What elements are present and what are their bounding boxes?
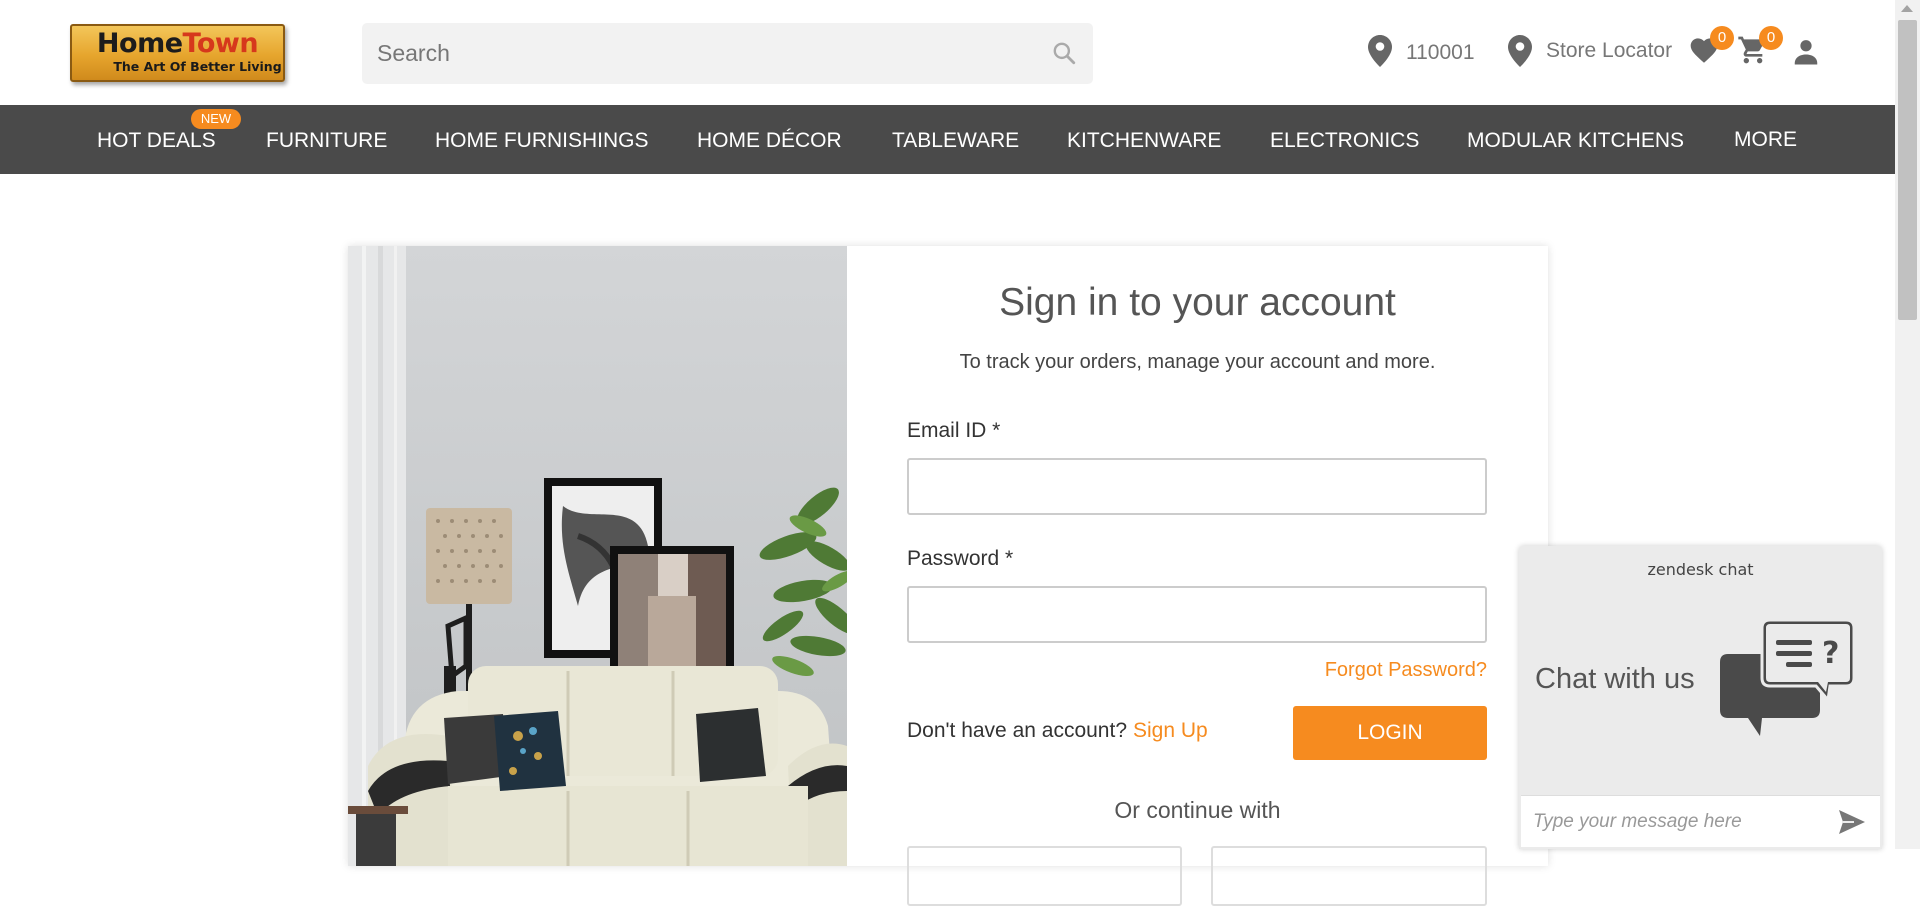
or-continue-with-text: Or continue with <box>1114 797 1281 823</box>
location-pin-icon <box>1508 35 1532 67</box>
scroll-up-arrow-icon[interactable] <box>1901 5 1913 12</box>
logo-wordmark: HomeTown <box>72 30 283 58</box>
chat-input-bar <box>1521 795 1880 848</box>
main-navigation: HOT DEALS FURNITURE HOME FURNISHINGS HOM… <box>0 105 1895 174</box>
account-button[interactable] <box>1791 37 1821 72</box>
new-badge: NEW <box>191 109 241 129</box>
forgot-password-link[interactable]: Forgot Password? <box>1325 659 1487 682</box>
logo-town-text: Town <box>182 28 259 59</box>
login-button[interactable]: LOGIN <box>1293 706 1487 760</box>
living-room-image <box>348 246 847 866</box>
user-icon <box>1794 40 1818 65</box>
nav-item-furniture[interactable]: FURNITURE <box>266 105 387 174</box>
search-input[interactable] <box>362 23 1093 84</box>
nav-item-kitchenware[interactable]: KITCHENWARE <box>1067 105 1221 174</box>
nav-item-tableware[interactable]: TABLEWARE <box>892 105 1019 174</box>
location-pin-icon <box>1368 35 1392 67</box>
chat-header: zendesk chat <box>1647 560 1754 579</box>
site-header: HomeTown The Art Of Better Living 110001… <box>0 0 1895 105</box>
chat-bubbles-icon: ? <box>1720 618 1856 736</box>
zendesk-chat-widget[interactable]: zendesk chat Chat with us ? <box>1519 546 1882 849</box>
search-icon[interactable] <box>1051 40 1077 66</box>
scrollbar-thumb[interactable] <box>1898 20 1917 320</box>
social-login-button-1[interactable] <box>907 846 1182 906</box>
signin-title: Sign in to your account <box>999 281 1396 324</box>
signin-subtitle: To track your orders, manage your accoun… <box>959 351 1436 373</box>
page-scrollbar[interactable] <box>1895 0 1920 849</box>
store-locator-link[interactable]: Store Locator <box>1508 32 1672 70</box>
nav-item-home-furnishings[interactable]: HOME FURNISHINGS <box>435 105 649 174</box>
signin-form: Sign in to your account To track your or… <box>847 246 1548 906</box>
nav-item-electronics[interactable]: ELECTRONICS <box>1270 105 1419 174</box>
social-login-button-2[interactable] <box>1211 846 1487 906</box>
nav-item-more[interactable]: MORE <box>1734 105 1797 174</box>
wishlist-button[interactable]: 0 <box>1688 26 1734 69</box>
no-account-text: Don't have an account? <box>907 719 1127 742</box>
search-bar <box>362 23 1093 84</box>
cart-button[interactable]: 0 <box>1737 26 1783 71</box>
nav-item-home-decor[interactable]: HOME DÉCOR <box>697 105 842 174</box>
store-locator-text: Store Locator <box>1546 39 1673 62</box>
pincode-text: 110001 <box>1406 41 1475 64</box>
nav-item-modular-kitchens[interactable]: MODULAR KITCHENS <box>1467 105 1684 174</box>
email-field[interactable] <box>907 458 1487 515</box>
chat-message-input[interactable] <box>1521 796 1821 848</box>
send-icon[interactable] <box>1838 809 1866 835</box>
svg-text:?: ? <box>1822 636 1839 671</box>
wishlist-count-badge: 0 <box>1710 26 1734 50</box>
pincode-selector[interactable]: 110001 <box>1368 32 1475 70</box>
cart-count-badge: 0 <box>1759 26 1783 50</box>
password-field[interactable] <box>907 586 1487 643</box>
chat-with-us-label[interactable]: Chat with us <box>1535 663 1695 696</box>
logo-home-text: Home <box>96 28 183 59</box>
signin-card: Sign in to your account To track your or… <box>348 246 1548 906</box>
email-label: Email ID * <box>907 419 1001 442</box>
password-label: Password * <box>907 547 1014 570</box>
signup-link[interactable]: Sign Up <box>1133 719 1208 743</box>
logo-tagline: The Art Of Better Living <box>113 59 282 74</box>
hometown-logo[interactable]: HomeTown The Art Of Better Living <box>70 24 285 82</box>
